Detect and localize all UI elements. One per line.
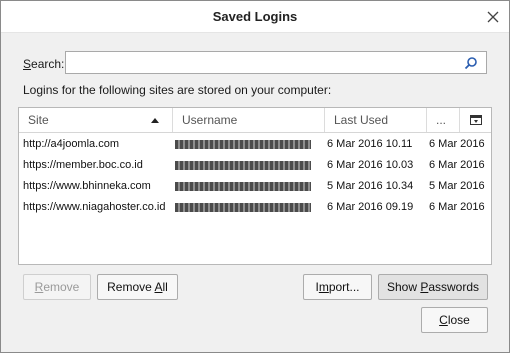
- table-row[interactable]: https://www.bhinneka.com 5 Mar 2016 10.3…: [19, 176, 491, 197]
- table-row[interactable]: https://www.niagahoster.co.id 6 Mar 2016…: [19, 197, 491, 218]
- close-button[interactable]: Close: [421, 307, 488, 333]
- username-cell: [175, 176, 325, 197]
- show-passwords-button[interactable]: Show Passwords: [378, 274, 488, 300]
- username-cell: [175, 155, 325, 176]
- site-cell: https://www.bhinneka.com: [23, 180, 151, 192]
- last-used-cell: 6 Mar 2016 10.11: [327, 138, 413, 150]
- table-row[interactable]: http://a4joomla.com 6 Mar 2016 10.11 6 M…: [19, 134, 491, 155]
- first-used-cell: 6 Mar 2016: [429, 201, 485, 213]
- search-icon[interactable]: [464, 56, 478, 70]
- first-used-cell: 5 Mar 2016: [429, 180, 485, 192]
- import-button[interactable]: Import...: [303, 274, 372, 300]
- column-site[interactable]: Site: [19, 108, 173, 132]
- logins-description: Logins for the following sites are store…: [23, 83, 332, 97]
- first-used-cell: 6 Mar 2016: [429, 159, 485, 171]
- remove-all-button[interactable]: Remove All: [97, 274, 178, 300]
- search-input[interactable]: [65, 51, 487, 74]
- obscured-username: [175, 139, 311, 149]
- column-picker[interactable]: [460, 108, 491, 132]
- username-cell: [175, 197, 325, 218]
- saved-logins-dialog: Saved Logins Search: Logins for the foll…: [0, 0, 510, 353]
- first-used-cell: 6 Mar 2016: [429, 138, 485, 150]
- obscured-username: [175, 160, 311, 170]
- obscured-username: [175, 202, 311, 212]
- site-cell: https://www.niagahoster.co.id: [23, 201, 166, 213]
- remove-button[interactable]: Remove: [23, 274, 91, 300]
- sort-ascending-icon: [151, 118, 159, 123]
- last-used-cell: 5 Mar 2016 10.34: [327, 180, 414, 192]
- last-used-cell: 6 Mar 2016 09.19: [327, 201, 414, 213]
- dialog-title: Saved Logins: [212, 9, 298, 24]
- table-header: Site Username Last Used ...: [19, 108, 491, 133]
- title-bar: Saved Logins: [1, 1, 509, 33]
- search-label: Search:: [23, 57, 65, 71]
- close-icon[interactable]: [483, 7, 503, 27]
- logins-table[interactable]: Site Username Last Used ... http://a4joo…: [18, 107, 492, 265]
- site-cell: http://a4joomla.com: [23, 138, 119, 150]
- table-row[interactable]: https://member.boc.co.id 6 Mar 2016 10.0…: [19, 155, 491, 176]
- column-picker-icon[interactable]: [470, 115, 482, 125]
- column-last-used[interactable]: Last Used: [325, 108, 427, 132]
- column-first-used[interactable]: ...: [427, 108, 460, 132]
- last-used-cell: 6 Mar 2016 10.03: [327, 159, 414, 171]
- column-username[interactable]: Username: [173, 108, 325, 132]
- username-cell: [175, 134, 325, 155]
- site-cell: https://member.boc.co.id: [23, 159, 143, 171]
- obscured-username: [175, 181, 311, 191]
